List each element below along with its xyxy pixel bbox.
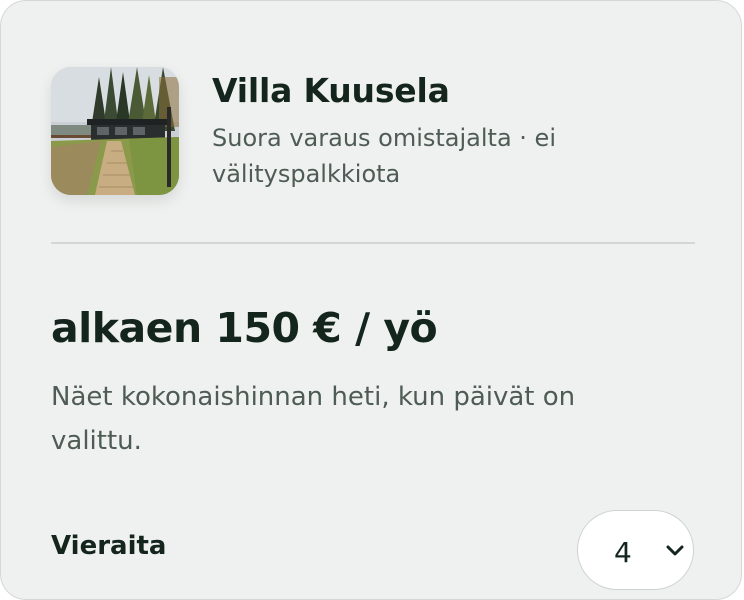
guests-value: 4: [614, 536, 632, 569]
property-subtitle: Suora varaus omistajalta · ei välityspal…: [212, 124, 556, 188]
divider: [51, 242, 695, 244]
booking-card: Villa Kuusela Suora varaus omistajalta ·…: [0, 0, 742, 600]
price-note: Näet kokonaishinnan heti, kun päivät on …: [51, 382, 576, 456]
price-headline: alkaen 150 € / yö: [51, 304, 438, 352]
guests-select[interactable]: 4: [577, 510, 694, 590]
property-thumbnail: [51, 67, 179, 195]
property-name: Villa Kuusela: [212, 71, 450, 110]
cabin-photo-icon: [51, 67, 179, 195]
guests-label: Vieraita: [51, 531, 167, 561]
chevron-down-icon: [666, 545, 684, 556]
